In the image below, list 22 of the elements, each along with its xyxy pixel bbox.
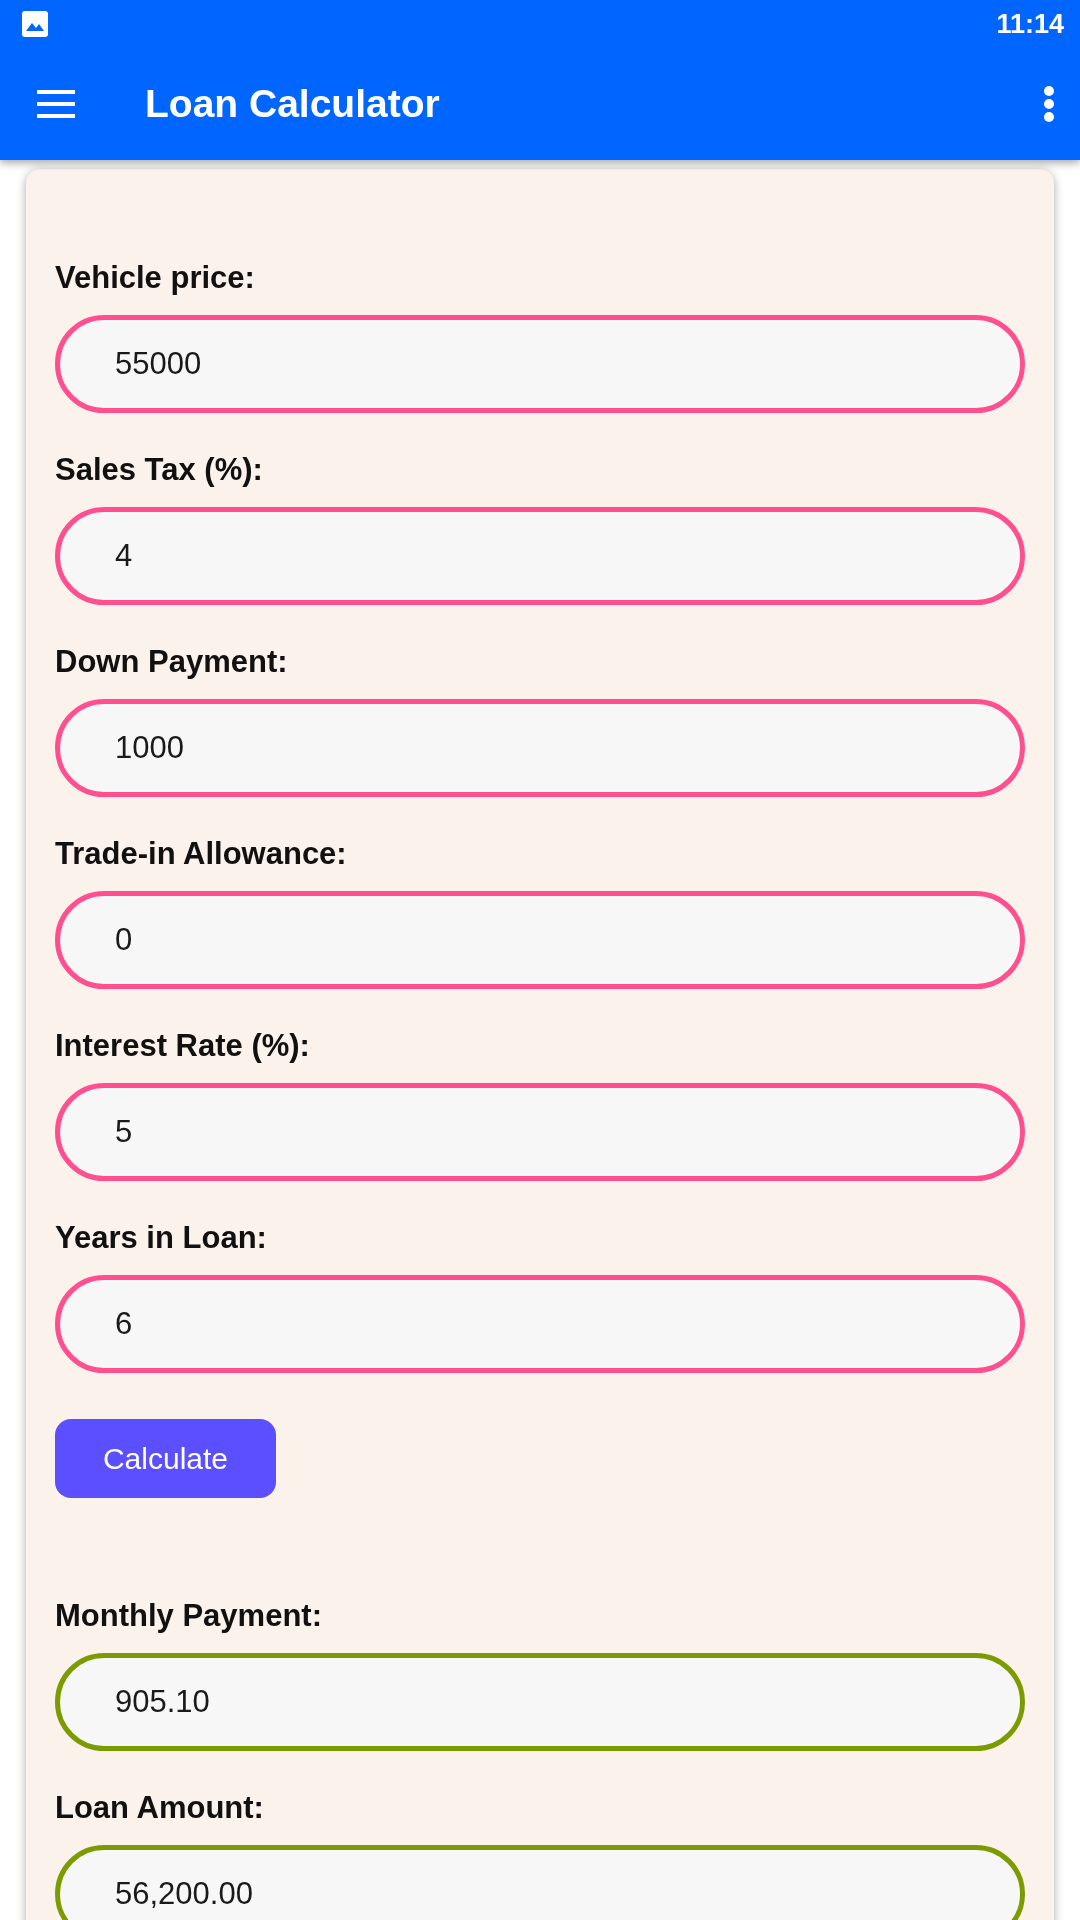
input-field[interactable]: 5 (55, 1083, 1025, 1181)
result-label: Loan Amount: (55, 1789, 264, 1827)
field-label: Trade-in Allowance: (55, 835, 347, 873)
app-title: Loan Calculator (145, 82, 440, 126)
input-field[interactable]: 4 (55, 507, 1025, 605)
field-label: Down Payment: (55, 643, 288, 681)
more-options-icon[interactable] (1044, 86, 1054, 122)
input-field[interactable]: 55000 (55, 315, 1025, 413)
image-icon (22, 11, 48, 37)
input-field[interactable]: 6 (55, 1275, 1025, 1373)
input-field[interactable]: 0 (55, 891, 1025, 989)
calculate-button[interactable]: Calculate (55, 1419, 276, 1498)
field-label: Sales Tax (%): (55, 451, 263, 489)
field-label: Vehicle price: (55, 259, 255, 297)
result-field: 56,200.00 (55, 1845, 1025, 1920)
clock-time: 11:14 (996, 8, 1064, 40)
result-field: 905.10 (55, 1653, 1025, 1751)
field-label: Interest Rate (%): (55, 1027, 310, 1065)
input-field[interactable]: 1000 (55, 699, 1025, 797)
result-label: Monthly Payment: (55, 1597, 322, 1635)
field-label: Years in Loan: (55, 1219, 267, 1257)
menu-icon[interactable] (37, 90, 75, 118)
